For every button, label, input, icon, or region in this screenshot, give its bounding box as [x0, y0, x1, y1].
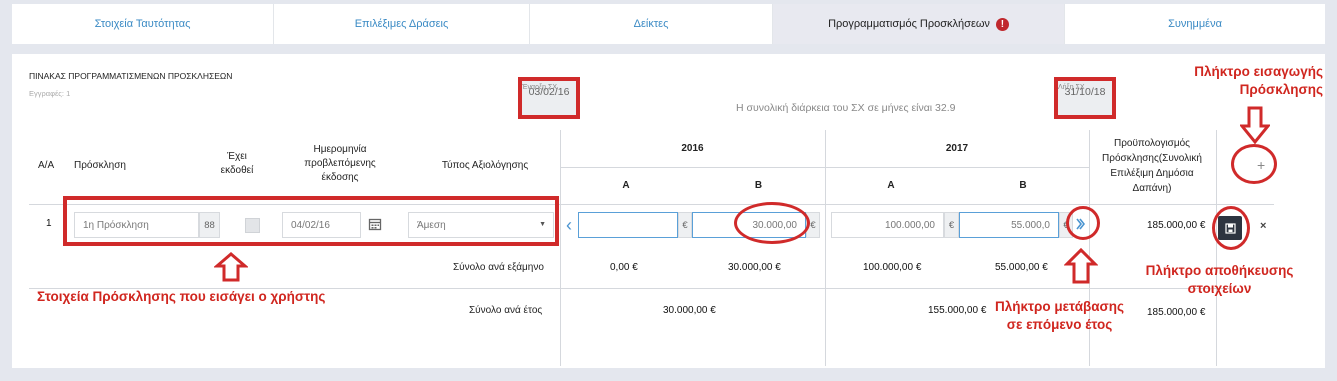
header-issued: Έχει εκδοθεί	[220, 151, 254, 176]
add-button-highlight-ellipse	[1231, 144, 1277, 184]
value-highlight-ellipse	[734, 202, 810, 244]
sum-2016-a: 0,00 €	[610, 262, 638, 273]
tab-indicators[interactable]: Δείκτες	[530, 4, 773, 44]
sum-2016-b: 30.000,00 €	[728, 262, 781, 273]
euro-addon: €	[678, 212, 692, 238]
header-invitation: Πρόσκληση	[74, 160, 126, 171]
sum-year-2016: 30.000,00 €	[663, 305, 716, 316]
header-year-2016: 2016	[681, 143, 704, 154]
header-2017-a: Α	[887, 180, 895, 191]
annotation-save-key: Πλήκτρο αποθήκευσης στοιχείων	[1145, 263, 1294, 296]
warning-icon: !	[995, 17, 1009, 31]
sum-year-2017: 155.000,00 €	[928, 305, 987, 316]
header-expected-date: Ημερομηνία προβλεπόμενης έκδοσης	[304, 144, 376, 183]
tab-identity[interactable]: Στοιχεία Ταυτότητας	[12, 4, 274, 44]
divider	[560, 167, 1089, 168]
tab-label: Προγραμματισμός Προσκλήσεων	[828, 18, 990, 30]
arrow-up-icon	[1064, 248, 1098, 284]
user-fields-highlight	[63, 196, 559, 246]
divider	[1216, 130, 1217, 366]
previous-year-icon[interactable]: ‹	[566, 216, 572, 234]
annotation-insert-key: Πλήκτρο εισαγωγής Πρόσκλησης	[1194, 64, 1323, 97]
tab-invitation-planning[interactable]: Προγραμματισμός Προσκλήσεων!	[773, 4, 1065, 44]
start-date-box: Έναρξη ΣΧ 03/02/16	[518, 77, 580, 119]
tab-bar: Στοιχεία Ταυτότητας Επιλέξιμες Δράσεις Δ…	[12, 4, 1325, 44]
tab-label: Συνημμένα	[1168, 18, 1222, 30]
tab-label: Δείκτες	[633, 18, 669, 30]
2017-a-input[interactable]: 100.000,00	[831, 212, 944, 238]
tab-eligible-actions[interactable]: Επιλέξιμες Δράσεις	[274, 4, 530, 44]
sum-2017-b: 55.000,00 €	[995, 262, 1048, 273]
start-date-label: Έναρξη ΣΧ	[522, 84, 557, 91]
remove-row-button[interactable]: ×	[1260, 220, 1266, 232]
divider	[560, 130, 561, 366]
annotation-user-fields: Στοιχεία Πρόσκλησης που εισάγει ο χρήστη…	[37, 289, 326, 304]
header-budget: Προϋπολογισμός Πρόσκλησης(Συνολική Επιλέ…	[1102, 138, 1202, 194]
divider	[825, 130, 826, 366]
arrow-up-icon	[214, 252, 248, 282]
row-number: 1	[46, 218, 52, 229]
duration-text: Η συνολική διάρκεια του ΣΧ σε μήνες είνα…	[736, 102, 956, 114]
header-2016-b: Β	[754, 180, 763, 191]
end-date-box: Λήξη ΣΧ 31/10/18	[1054, 77, 1116, 119]
arrow-down-icon	[1240, 106, 1270, 144]
header-year-2017: 2017	[945, 143, 969, 154]
tab-attachments[interactable]: Συνημμένα	[1065, 4, 1325, 44]
sum-year-label: Σύνολο ανά έτος	[469, 305, 543, 316]
header-evaluation-type: Τύπος Αξιολόγησης	[441, 160, 529, 171]
2016-a-input[interactable]	[578, 212, 678, 238]
header-2016-a: Α	[622, 180, 630, 191]
panel-title: ΠΙΝΑΚΑΣ ΠΡΟΓΡΑΜΜΑΤΙΣΜΕΝΩΝ ΠΡΟΣΚΛΗΣΕΩΝ	[29, 71, 233, 81]
header-aa: Α/Α	[38, 160, 55, 171]
save-button-highlight-ellipse	[1212, 206, 1250, 250]
tab-label: Επιλέξιμες Δράσεις	[354, 18, 449, 30]
2017-b-input[interactable]: 55.000,0	[959, 212, 1059, 238]
records-count: Εγγραφές: 1	[29, 89, 71, 98]
end-date-label: Λήξη ΣΧ	[1058, 84, 1085, 91]
next-year-highlight-ellipse	[1066, 206, 1100, 240]
header-2017-b: Β	[1019, 180, 1027, 191]
tab-label: Στοιχεία Ταυτότητας	[94, 18, 191, 30]
sum-year-budget: 185.000,00 €	[1147, 307, 1206, 318]
sum-semester-label: Σύνολο ανά εξάμηνο	[453, 262, 544, 273]
sum-2017-a: 100.000,00 €	[863, 262, 922, 273]
annotation-next-year-key: Πλήκτρο μετάβασης σε επόμενο έτος	[994, 299, 1125, 332]
euro-addon: €	[944, 212, 959, 238]
row-budget: 185.000,00 €	[1147, 220, 1206, 231]
invitations-panel: ΠΙΝΑΚΑΣ ΠΡΟΓΡΑΜΜΑΤΙΣΜΕΝΩΝ ΠΡΟΣΚΛΗΣΕΩΝ Εγ…	[12, 54, 1325, 368]
